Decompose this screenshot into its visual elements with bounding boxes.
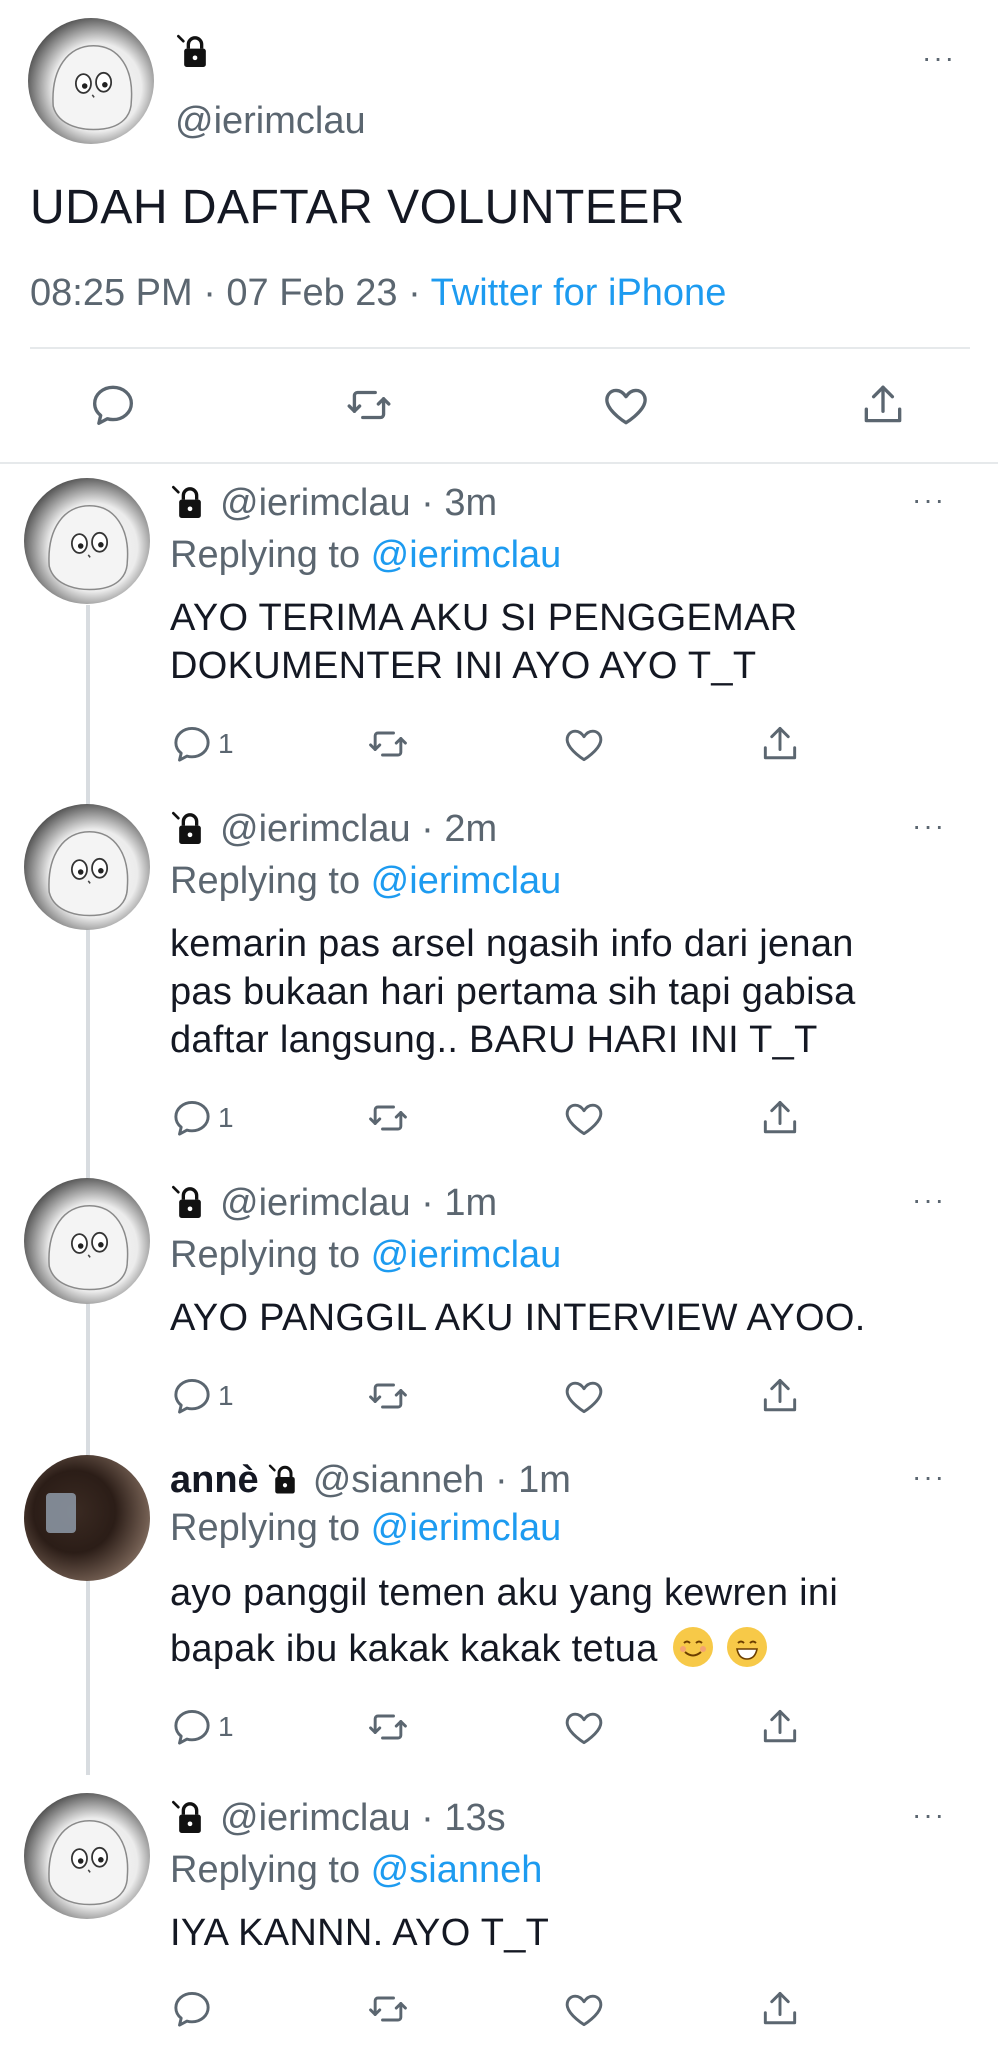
avatar-photo-detail [46, 1493, 76, 1533]
lock-icon [170, 482, 210, 524]
main-tweet-actions [0, 380, 998, 440]
retweet-icon[interactable] [344, 380, 394, 430]
reply-count: 1 [218, 1711, 234, 1742]
main-tweet-source-link[interactable]: Twitter for iPhone [431, 272, 727, 314]
reply-handle[interactable]: @sianneh · 1m [313, 1459, 571, 1502]
ghost-avatar-icon [24, 804, 150, 930]
main-tweet-avatar[interactable] [28, 18, 154, 144]
retweet-icon[interactable] [366, 1374, 410, 1418]
reply-avatar[interactable] [24, 804, 150, 930]
reply-tweet[interactable]: annè @sianneh · 1m ··· Replying to @ieri… [0, 1455, 998, 1775]
reply-avatar[interactable] [24, 478, 150, 604]
heart-icon[interactable] [562, 1096, 606, 1140]
reply-text: kemarin pas arsel ngasih info dari jenan… [170, 923, 856, 1061]
reply-avatar[interactable] [24, 1178, 150, 1304]
replying-to-link[interactable]: @sianneh [371, 1849, 543, 1891]
reply-icon[interactable] [170, 1705, 214, 1749]
more-options-button[interactable]: ··· [912, 1801, 946, 1829]
reply-tweet[interactable]: @ierimclau · 13s ··· Replying to @sianne… [0, 1793, 998, 2043]
replying-to-link[interactable]: @ierimclau [371, 860, 562, 902]
divider [30, 347, 970, 349]
reply-handle[interactable]: @ierimclau · 2m [220, 808, 497, 851]
reply-header: @ierimclau · 2m [170, 804, 497, 854]
share-icon[interactable] [758, 1374, 802, 1418]
lock-icon [267, 1462, 303, 1498]
more-options-button[interactable]: ··· [912, 1186, 946, 1214]
section-divider [0, 462, 998, 464]
share-icon[interactable] [758, 722, 802, 766]
reply-text: AYO TERIMA AKU SI PENGGEMAR DOKUMENTER I… [170, 597, 798, 687]
main-tweet-meta: 08:25 PM · 07 Feb 23 · Twitter for iPhon… [30, 272, 726, 315]
heart-icon[interactable] [562, 1374, 606, 1418]
share-icon[interactable] [758, 1987, 802, 2031]
replying-to-link[interactable]: @ierimclau [371, 534, 562, 576]
reply-actions: 1 [170, 1705, 810, 1749]
more-options-button[interactable]: ··· [922, 44, 956, 72]
smiling-face-emoji-icon [672, 1627, 713, 1667]
share-icon[interactable] [758, 1096, 802, 1140]
ghost-avatar-icon [28, 18, 154, 144]
replying-to: Replying to @ierimclau [170, 1507, 562, 1549]
reply-count: 1 [218, 728, 234, 759]
reply-header: annè @sianneh · 1m [170, 1455, 571, 1505]
retweet-icon[interactable] [366, 722, 410, 766]
main-tweet-handle[interactable]: @ierimclau [175, 100, 366, 143]
lock-icon [175, 32, 215, 72]
reply-icon[interactable] [170, 1987, 214, 2031]
retweet-icon[interactable] [366, 1987, 410, 2031]
reply-handle[interactable]: @ierimclau · 3m [220, 482, 497, 525]
reply-text: ayo panggil temen aku yang kewren ini ba… [170, 1572, 839, 1670]
reply-actions: 1 [170, 1096, 810, 1140]
reply-display-name[interactable]: annè [170, 1459, 259, 1502]
reply-count: 1 [218, 1380, 234, 1411]
heart-icon[interactable] [562, 1705, 606, 1749]
replying-to-link[interactable]: @ierimclau [371, 1234, 562, 1276]
replying-to: Replying to @ierimclau [170, 534, 562, 576]
reply-icon[interactable] [170, 1374, 214, 1418]
more-options-button[interactable]: ··· [912, 1463, 946, 1491]
reply-count: 1 [218, 1102, 234, 1133]
replying-to-link[interactable]: @ierimclau [371, 1507, 562, 1549]
reply-icon[interactable] [88, 380, 138, 430]
reply-actions: 1 [170, 1374, 810, 1418]
grinning-face-emoji-icon [727, 1627, 768, 1667]
share-icon[interactable] [858, 380, 908, 430]
reply-handle[interactable]: @ierimclau · 1m [220, 1182, 497, 1225]
reply-text: IYA KANNN. AYO T_T [170, 1912, 550, 1954]
reply-header: @ierimclau · 1m [170, 1178, 497, 1228]
lock-icon [170, 1182, 210, 1224]
replying-to: Replying to @ierimclau [170, 1234, 562, 1276]
reply-tweet[interactable]: @ierimclau · 1m ··· Replying to @ierimcl… [0, 1178, 998, 1448]
heart-icon[interactable] [601, 380, 651, 430]
main-tweet-text: UDAH DAFTAR VOLUNTEER [30, 181, 686, 234]
reply-text: AYO PANGGIL AKU INTERVIEW AYOO. [170, 1297, 866, 1339]
reply-icon[interactable] [170, 722, 214, 766]
ghost-avatar-icon [24, 478, 150, 604]
replying-to: Replying to @ierimclau [170, 860, 562, 902]
main-tweet-timestamp: 08:25 PM · 07 Feb 23 · [30, 272, 431, 314]
reply-icon[interactable] [170, 1096, 214, 1140]
more-options-button[interactable]: ··· [912, 812, 946, 840]
heart-icon[interactable] [562, 1987, 606, 2031]
reply-avatar[interactable] [24, 1455, 150, 1581]
reply-tweet[interactable]: @ierimclau · 2m ··· Replying to @ierimcl… [0, 804, 998, 1174]
reply-handle[interactable]: @ierimclau · 13s [220, 1797, 506, 1840]
ghost-avatar-icon [24, 1793, 150, 1919]
reply-actions: 1 [170, 722, 810, 766]
reply-header: @ierimclau · 3m [170, 478, 497, 528]
more-options-button[interactable]: ··· [912, 486, 946, 514]
heart-icon[interactable] [562, 722, 606, 766]
ghost-avatar-icon [24, 1178, 150, 1304]
lock-icon [170, 1797, 210, 1839]
reply-header: @ierimclau · 13s [170, 1793, 506, 1843]
share-icon[interactable] [758, 1705, 802, 1749]
reply-actions [170, 1987, 810, 2031]
retweet-icon[interactable] [366, 1705, 410, 1749]
reply-tweet[interactable]: @ierimclau · 3m ··· Replying to @ierimcl… [0, 478, 998, 788]
retweet-icon[interactable] [366, 1096, 410, 1140]
replying-to: Replying to @sianneh [170, 1849, 543, 1891]
reply-avatar[interactable] [24, 1793, 150, 1919]
lock-icon [170, 808, 210, 850]
